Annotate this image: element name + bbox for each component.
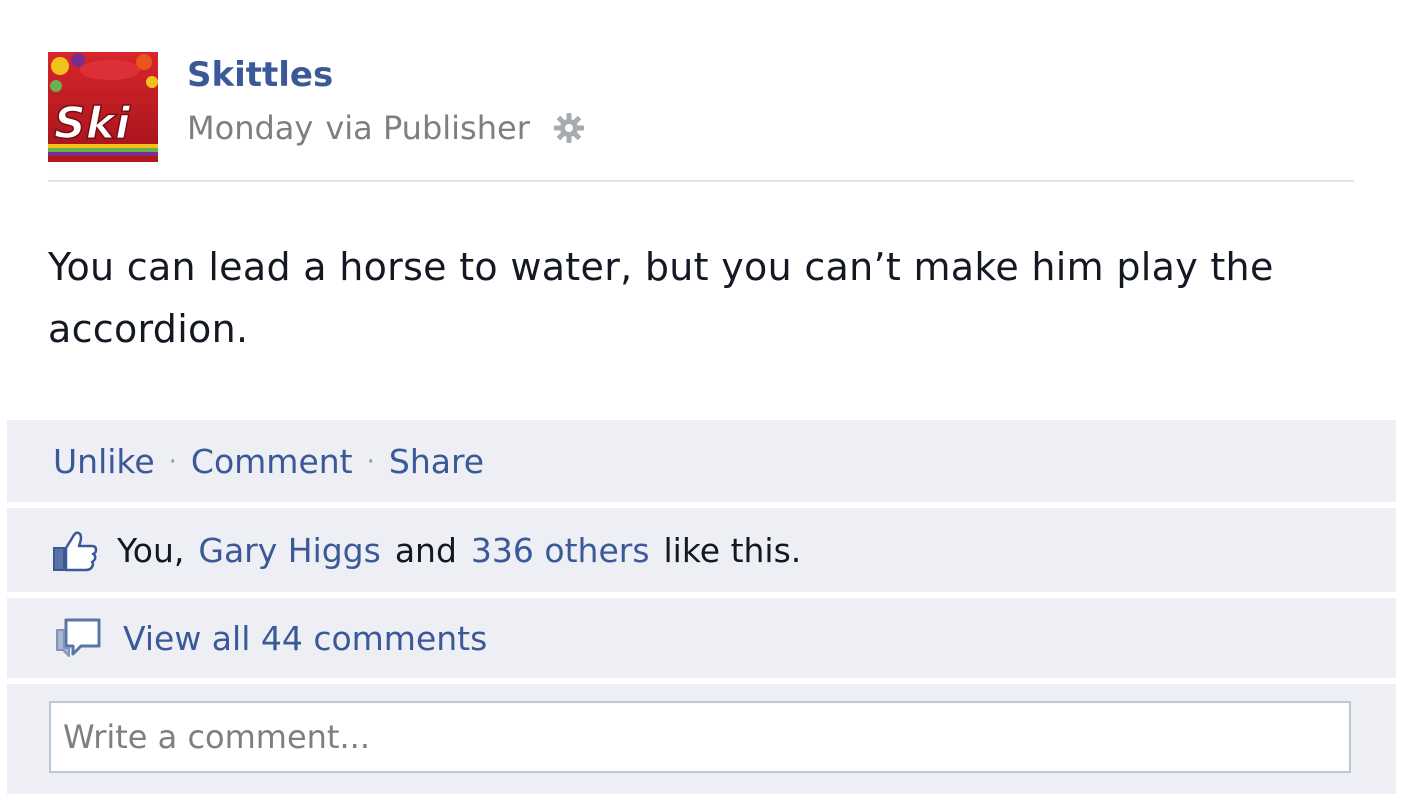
post-actions-bar: Unlike · Comment · Share	[7, 420, 1396, 502]
thumbs-up-icon	[51, 529, 99, 573]
facebook-post: Ski Skittles Monday via Publisher You ca…	[0, 0, 1403, 800]
likes-summary: You, Gary Higgs and 336 others like this…	[7, 508, 1396, 592]
view-all-comments-link[interactable]: View all 44 comments	[123, 617, 487, 661]
friend-name-link[interactable]: Gary Higgs	[198, 529, 380, 573]
unlike-button[interactable]: Unlike	[53, 440, 155, 484]
share-button[interactable]: Share	[389, 440, 484, 484]
others-likes-link[interactable]: 336 others	[471, 529, 650, 573]
comment-composer	[7, 684, 1396, 794]
gear-icon[interactable]	[552, 111, 586, 145]
likes-suffix-text: like this.	[663, 531, 802, 570]
page-name-link[interactable]: Skittles	[187, 52, 333, 98]
likes-you-text: You,	[117, 531, 185, 570]
via-text: via Publisher	[325, 109, 530, 147]
post-meta: Monday via Publisher	[187, 106, 586, 150]
view-comments-row: View all 44 comments	[7, 598, 1396, 678]
timestamp-link[interactable]: Monday	[187, 106, 313, 150]
post-message: You can lead a horse to water, but you c…	[48, 245, 1274, 351]
page-avatar[interactable]: Ski	[48, 52, 158, 162]
action-separator: ·	[168, 447, 177, 477]
action-separator: ·	[366, 447, 375, 477]
comment-bubble-icon	[53, 616, 103, 662]
avatar-logo-text: Ski	[54, 98, 131, 149]
skittles-logo-image: Ski	[48, 52, 158, 162]
header-divider	[48, 180, 1354, 182]
likes-and-text: and	[394, 531, 457, 570]
comment-input[interactable]	[49, 701, 1351, 773]
comment-button[interactable]: Comment	[191, 440, 353, 484]
